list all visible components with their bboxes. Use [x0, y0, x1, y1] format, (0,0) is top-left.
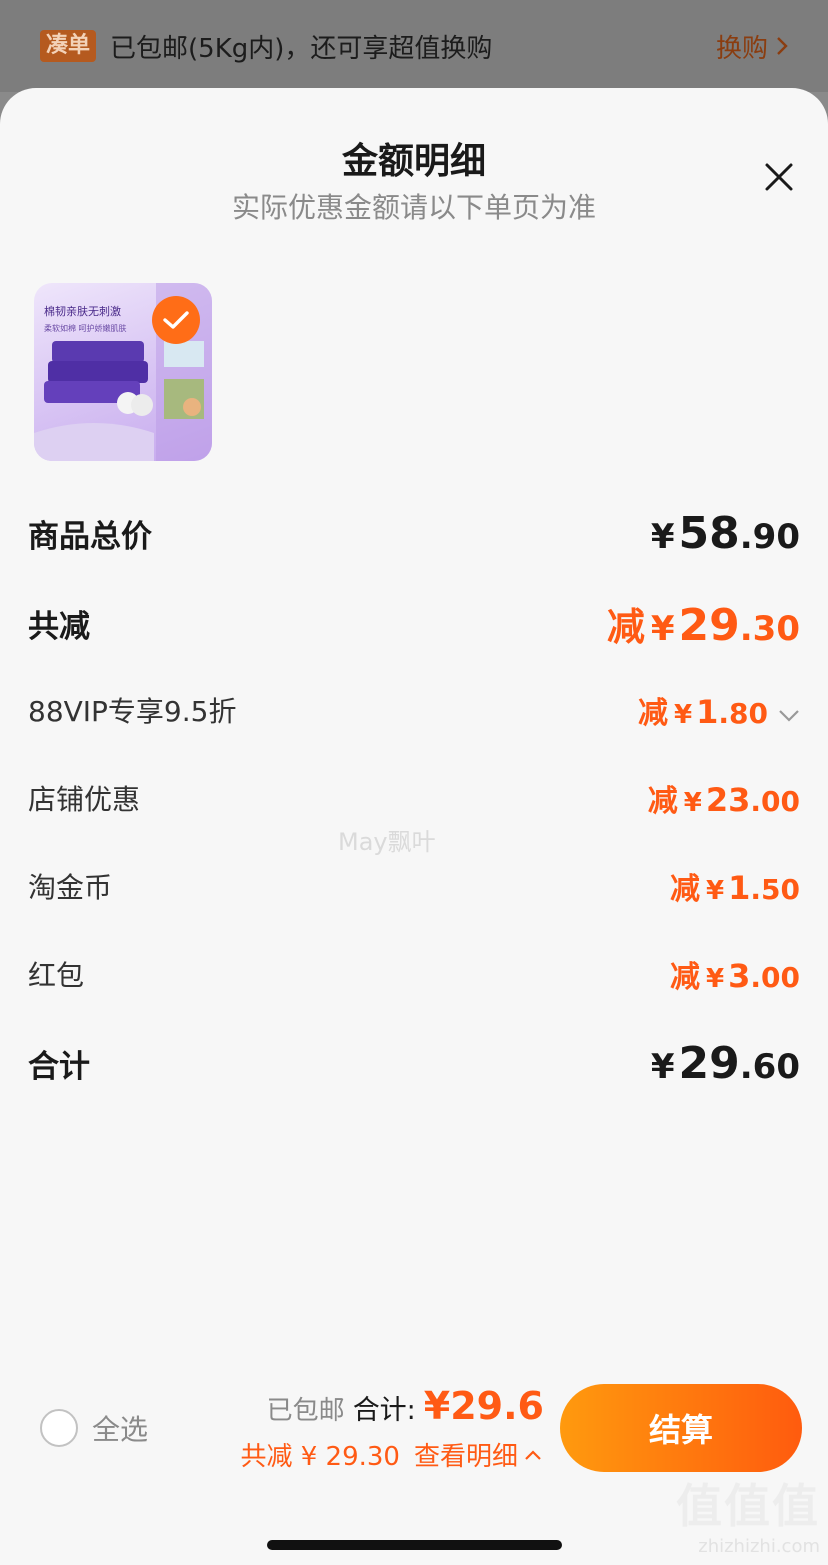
currency-symbol: ¥: [650, 517, 675, 557]
sum-row: 合计 ¥ 29 .60: [28, 1038, 800, 1089]
vip-discount-label: 88VIP专享9.5折: [28, 695, 237, 728]
currency-symbol: ¥: [706, 964, 725, 994]
coins-discount-label: 淘金币: [28, 871, 113, 904]
goods-total-row: 商品总价 ¥ 58 .90: [28, 508, 800, 559]
selected-checkmark[interactable]: [152, 296, 200, 344]
select-all-label: 全选: [92, 1413, 149, 1446]
shipping-status: 已包邮: [266, 1396, 345, 1426]
select-all-radio[interactable]: [40, 1409, 78, 1447]
total-discount-row: 共减 减 ¥ 29 .30: [28, 596, 800, 651]
top-banner: 凑单 已包邮(5Kg内)，还可享超值换购 换购: [0, 0, 828, 92]
sum-amount: ¥ 29 .60: [651, 1038, 800, 1089]
amount-integer: 1: [696, 693, 719, 731]
image-caption-1: 棉韧亲肤无刺激: [44, 304, 121, 318]
amount-integer: 1: [728, 869, 751, 907]
vip-discount-amount: 减 ¥ 1 .80: [638, 688, 800, 732]
currency-symbol: ¥: [650, 1047, 675, 1087]
chevron-up-icon: [525, 1449, 541, 1460]
store-discount-row: 店铺优惠 减 ¥ 23 .00: [28, 776, 800, 820]
check-icon: [163, 311, 189, 329]
chevron-right-icon: [777, 37, 788, 55]
checkout-button[interactable]: 结算: [560, 1384, 802, 1472]
chevron-down-icon[interactable]: [778, 709, 800, 723]
brand-watermark-url: zhizhizhi.com: [698, 1536, 820, 1557]
amount-decimal: .80: [718, 697, 768, 730]
vip-discount-row[interactable]: 88VIP专享9.5折 减 ¥ 1 .80: [28, 688, 800, 732]
exchange-link[interactable]: 换购: [716, 28, 788, 65]
currency-symbol: ¥: [706, 876, 725, 906]
minus-prefix: 减: [638, 696, 669, 731]
red-packet-label: 红包: [28, 959, 85, 992]
sum-label: 合计: [28, 1049, 90, 1085]
amount-decimal: .00: [750, 785, 800, 818]
sheet-subtitle: 实际优惠金额请以下单页为准: [231, 191, 596, 224]
minus-prefix: 减: [647, 784, 678, 819]
goods-total-label: 商品总价: [28, 519, 152, 555]
red-packet-row: 红包 减 ¥ 3 .00: [28, 952, 800, 996]
saved-amount: 共减 ¥ 29.30: [240, 1442, 400, 1472]
coins-discount-amount: 减 ¥ 1 .50: [670, 864, 800, 908]
home-indicator: [267, 1540, 562, 1550]
store-discount-amount: 减 ¥ 23 .00: [648, 776, 800, 820]
amount-integer: 3: [728, 957, 751, 995]
exchange-link-label: 换购: [715, 33, 768, 64]
bottom-saved: 共减 ¥ 29.30 查看明细: [240, 1436, 542, 1473]
store-discount-label: 店铺优惠: [28, 783, 141, 816]
total-discount-amount: 减 ¥ 29 .30: [607, 596, 800, 651]
minus-prefix: 减: [670, 872, 701, 907]
goods-total-amount: ¥ 58 .90: [651, 508, 800, 559]
coins-discount-row: 淘金币 减 ¥ 1 .50: [28, 864, 800, 908]
view-detail-link[interactable]: 查看明细: [414, 1436, 542, 1473]
amount-decimal: .30: [739, 609, 800, 649]
currency-symbol: ¥: [683, 788, 702, 818]
close-icon[interactable]: [764, 162, 794, 192]
amount-decimal: .00: [750, 961, 800, 994]
currency-symbol: ¥: [650, 609, 675, 649]
image-caption-2: 柔软如棉 呵护娇嫩肌肤: [44, 323, 127, 333]
amount-integer: 29: [678, 600, 740, 651]
view-detail-label: 查看明细: [413, 1442, 518, 1472]
total-value: ¥29.6: [423, 1384, 544, 1428]
minus-prefix: 减: [670, 960, 701, 995]
amount-detail-sheet: 金额明细 实际优惠金额请以下单页为准 棉韧亲肤无刺激 柔软如棉 呵护娇嫩肌肤 商…: [0, 88, 828, 1565]
amount-integer: 23: [705, 781, 751, 819]
total-discount-label: 共减: [28, 609, 90, 645]
brand-watermark-logo: 值值值: [676, 1479, 820, 1533]
brand-watermark: 值值值 zhizhizhi.com: [676, 1470, 820, 1557]
amount-integer: 29: [678, 1038, 740, 1089]
amount-decimal: .90: [739, 517, 800, 557]
minus-prefix: 减: [606, 605, 645, 649]
select-all-toggle[interactable]: 全选: [40, 1408, 148, 1448]
amount-integer: 58: [678, 508, 740, 559]
currency-symbol: ¥: [674, 700, 693, 730]
bottom-total: 已包邮 合计: ¥29.6: [267, 1384, 544, 1428]
promo-tag: 凑单: [40, 30, 97, 62]
red-packet-amount: 减 ¥ 3 .00: [670, 952, 800, 996]
total-label: 合计:: [352, 1395, 416, 1426]
sheet-title: 金额明细: [341, 141, 486, 182]
amount-decimal: .50: [750, 873, 800, 906]
amount-decimal: .60: [739, 1047, 800, 1087]
user-watermark: May飘叶: [338, 828, 436, 856]
banner-text: 已包邮(5Kg内)，还可享超值换购: [110, 33, 493, 64]
